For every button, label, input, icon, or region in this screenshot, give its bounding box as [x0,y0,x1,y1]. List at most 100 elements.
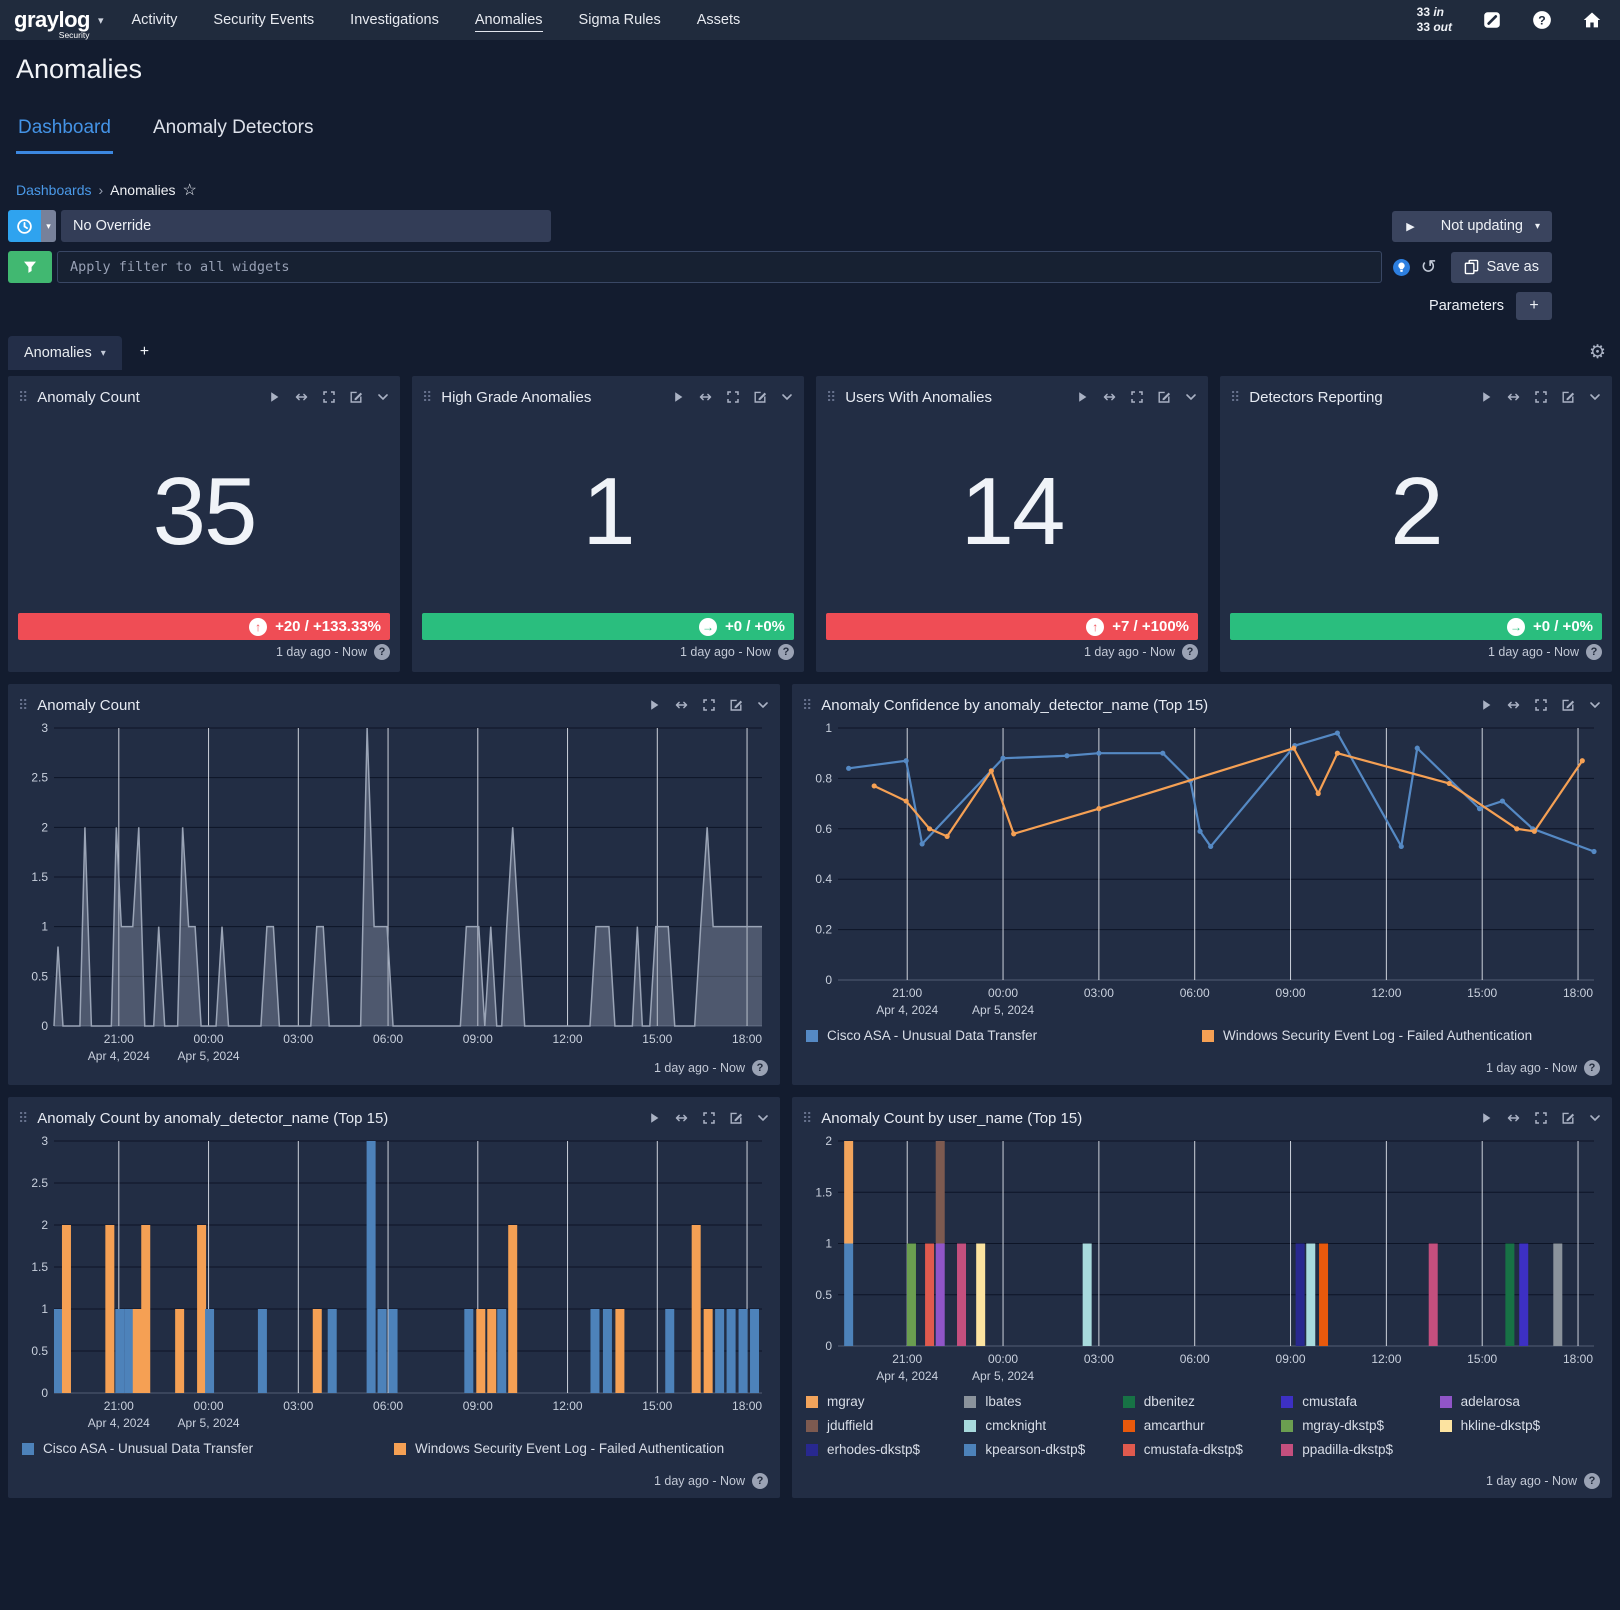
widget-fullscreen-button[interactable] [726,390,740,404]
chart-plot[interactable]: 00.511.522.5321:00Apr 4, 202400:00Apr 5,… [18,1133,770,1438]
widget-move-icon[interactable] [1506,390,1521,404]
legend-item[interactable]: dbenitez [1123,1393,1281,1412]
filter-hint-icon[interactable] [1392,258,1411,277]
chart-plot[interactable]: 00.511.522.5321:00Apr 4, 202400:00Apr 5,… [18,720,770,1071]
widget-edit-button[interactable] [729,1111,743,1125]
widget-move-icon[interactable] [674,698,689,712]
widget-play-button[interactable] [647,1111,661,1125]
chart-plot[interactable]: 00.511.5221:00Apr 4, 202400:00Apr 5, 202… [802,1133,1602,1391]
widget-edit-button[interactable] [1561,1111,1575,1125]
legend-item[interactable]: Cisco ASA - Unusual Data Transfer [22,1440,394,1459]
widget-collapse-icon[interactable] [1588,1111,1602,1125]
legend-item[interactable]: ppadilla-dkstp$ [1281,1441,1439,1460]
range-help-icon[interactable]: ? [1584,1473,1600,1489]
legend-item[interactable]: Windows Security Event Log - Failed Auth… [394,1440,766,1459]
widget-play-button[interactable] [1479,1111,1493,1125]
nav-item-security-events[interactable]: Security Events [213,8,314,32]
legend-item[interactable]: mgray [806,1393,964,1412]
add-tab-button[interactable]: + [122,334,167,370]
widget-collapse-icon[interactable] [1184,390,1198,404]
nav-item-investigations[interactable]: Investigations [350,8,439,32]
widget-edit-button[interactable] [729,698,743,712]
widget-fullscreen-button[interactable] [702,1111,716,1125]
range-help-icon[interactable]: ? [752,1473,768,1489]
legend-item[interactable]: erhodes-dkstp$ [806,1441,964,1460]
drag-handle-icon[interactable]: ⠿ [18,697,28,714]
legend-item[interactable]: lbates [964,1393,1122,1412]
widget-move-icon[interactable] [698,390,713,404]
legend-item[interactable]: mgray-dkstp$ [1281,1417,1439,1436]
legend-item[interactable]: Cisco ASA - Unusual Data Transfer [806,1027,1202,1046]
add-parameter-button[interactable]: + [1516,292,1552,320]
widget-edit-button[interactable] [753,390,767,404]
widget-play-button[interactable] [1479,390,1493,404]
range-help-icon[interactable]: ? [1586,644,1602,660]
nav-item-activity[interactable]: Activity [132,8,178,32]
widget-fullscreen-button[interactable] [1534,1111,1548,1125]
tab-dashboard[interactable]: Dashboard [16,117,113,154]
widget-fullscreen-button[interactable] [1130,390,1144,404]
favorite-star-icon[interactable]: ☆ [183,180,197,200]
legend-item[interactable]: cmcknight [964,1417,1122,1436]
time-range-button[interactable]: ▾ [8,210,56,242]
widget-fullscreen-button[interactable] [702,698,716,712]
widget-play-button[interactable] [671,390,685,404]
compose-icon[interactable] [1482,10,1502,30]
legend-item[interactable]: cmustafa-dkstp$ [1123,1441,1281,1460]
range-help-icon[interactable]: ? [1182,644,1198,660]
legend-item[interactable]: kpearson-dkstp$ [964,1441,1122,1460]
widget-collapse-icon[interactable] [756,1111,770,1125]
nav-item-sigma-rules[interactable]: Sigma Rules [579,8,661,32]
drag-handle-icon[interactable]: ⠿ [1230,389,1240,406]
widget-fullscreen-button[interactable] [1534,698,1548,712]
save-as-button[interactable]: Save as [1451,252,1552,283]
widget-play-button[interactable] [1075,390,1089,404]
legend-item[interactable]: amcarthur [1123,1417,1281,1436]
refresh-control-button[interactable]: ▶ Not updating ▾ [1392,211,1552,242]
drag-handle-icon[interactable]: ⠿ [18,1110,28,1127]
history-icon[interactable]: ↺ [1421,258,1437,277]
chart-plot[interactable]: 00.20.40.60.8121:00Apr 4, 202400:00Apr 5… [802,720,1602,1025]
widget-collapse-icon[interactable] [1588,698,1602,712]
widget-edit-button[interactable] [349,390,363,404]
widget-fullscreen-button[interactable] [322,390,336,404]
widget-edit-button[interactable] [1157,390,1171,404]
widget-play-button[interactable] [1479,698,1493,712]
widget-fullscreen-button[interactable] [1534,390,1548,404]
help-icon[interactable]: ? [1532,10,1552,30]
range-help-icon[interactable]: ? [374,644,390,660]
drag-handle-icon[interactable]: ⠿ [826,389,836,406]
widget-collapse-icon[interactable] [1588,390,1602,404]
legend-item[interactable]: hkline-dkstp$ [1440,1417,1598,1436]
nav-item-anomalies[interactable]: Anomalies [475,8,543,32]
tab-anomalies[interactable]: Anomalies ▾ [8,336,122,370]
widget-move-icon[interactable] [1506,1111,1521,1125]
breadcrumb-dashboards-link[interactable]: Dashboards [16,182,92,198]
widget-move-icon[interactable] [294,390,309,404]
range-help-icon[interactable]: ? [752,1060,768,1076]
range-help-icon[interactable]: ? [778,644,794,660]
widget-move-icon[interactable] [1506,698,1521,712]
gear-icon[interactable]: ⚙ [1589,341,1606,364]
widget-play-button[interactable] [267,390,281,404]
widget-move-icon[interactable] [1102,390,1117,404]
nav-item-assets[interactable]: Assets [697,8,741,32]
widget-collapse-icon[interactable] [780,390,794,404]
home-icon[interactable] [1582,10,1602,30]
brand-logo[interactable]: graylog Security ▾ [14,9,104,31]
filter-button[interactable] [8,251,52,283]
range-help-icon[interactable]: ? [1584,1060,1600,1076]
drag-handle-icon[interactable]: ⠿ [802,697,812,714]
drag-handle-icon[interactable]: ⠿ [18,389,28,406]
widget-edit-button[interactable] [1561,390,1575,404]
legend-item[interactable]: Windows Security Event Log - Failed Auth… [1202,1027,1598,1046]
legend-item[interactable]: jduffield [806,1417,964,1436]
widget-collapse-icon[interactable] [756,698,770,712]
widget-filter-input[interactable]: Apply filter to all widgets [57,251,1382,283]
widget-move-icon[interactable] [674,1111,689,1125]
legend-item[interactable]: adelarosa [1440,1393,1598,1412]
widget-play-button[interactable] [647,698,661,712]
time-range-caret-icon[interactable]: ▾ [41,210,56,242]
legend-item[interactable]: cmustafa [1281,1393,1439,1412]
drag-handle-icon[interactable]: ⠿ [422,389,432,406]
